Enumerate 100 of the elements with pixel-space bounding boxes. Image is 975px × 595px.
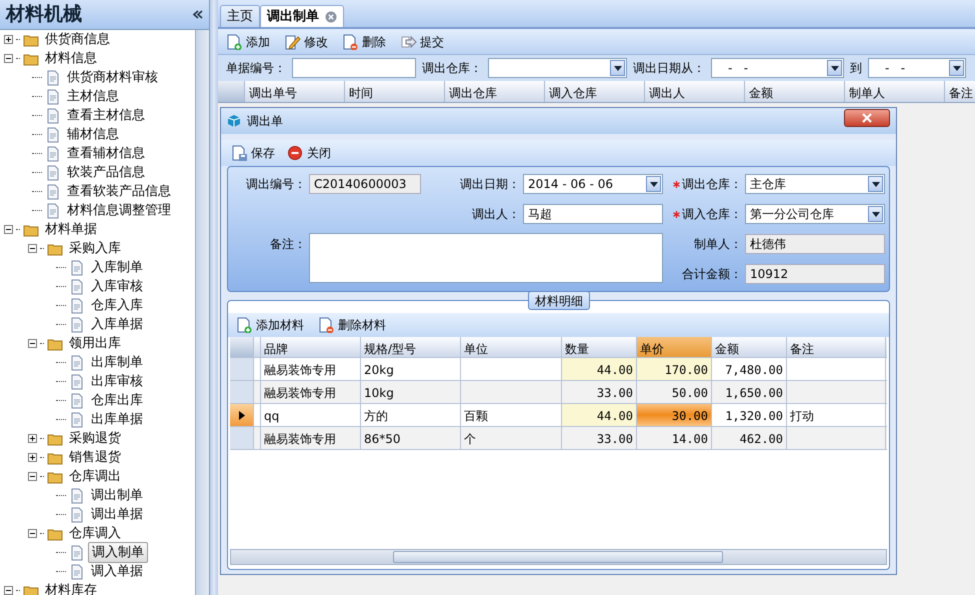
field-label: 调入仓库： [682,206,742,223]
pencil-icon [284,34,301,50]
tree-item[interactable]: 出库审核 [88,372,146,392]
column-header[interactable]: 规格/型号 [361,337,461,357]
dropdown-field[interactable] [488,58,627,78]
tree-item[interactable]: 材料单据 [42,220,100,240]
column-header[interactable]: 调出单号 [245,81,345,102]
collapse-box-icon[interactable] [4,586,13,595]
dropdown-button[interactable] [868,176,883,192]
close-button[interactable] [844,109,890,127]
column-header[interactable]: 调出人 [645,81,745,102]
minus-circle-icon [287,145,304,161]
tree-item[interactable]: 调出制单 [88,486,146,506]
expand-box-icon[interactable] [4,35,13,44]
tree-item[interactable]: 调入单据 [88,562,146,582]
tree-item[interactable]: 调出单据 [88,504,146,524]
caret-icon [614,66,622,70]
tree-item[interactable]: 仓库调入 [66,524,124,544]
collapse-box-icon[interactable] [28,244,37,253]
toolbar-button[interactable]: 保存 [229,143,277,163]
toolbar-button[interactable]: 添加材料 [234,315,306,335]
tree-item[interactable]: 软装产品信息 [64,162,148,182]
tree-item[interactable]: 仓库出库 [88,390,146,410]
toolbar-button[interactable]: 修改 [282,32,330,52]
dropdown-button[interactable] [827,60,842,76]
toolbar-button[interactable]: 添加 [224,32,272,52]
scrollbar[interactable] [195,30,209,595]
tree-item[interactable]: 辅材信息 [64,124,122,144]
input-field[interactable]: 杜德伟 [745,234,885,254]
tree-item[interactable]: 采购退货 [66,428,124,448]
column-header[interactable]: 备注 [787,337,886,357]
toolbar-button[interactable]: 关闭 [285,143,333,163]
collapse-icon[interactable] [193,10,203,19]
expand-box-icon[interactable] [28,434,37,443]
input-field[interactable]: C20140600003 [309,174,421,194]
dropdown-button[interactable] [646,176,661,192]
table-cell: 20kg [361,358,461,380]
tree-item[interactable]: 主材信息 [64,86,122,106]
tree-item[interactable]: 领用出库 [66,334,124,354]
dropdown-button[interactable] [949,60,964,76]
column-header[interactable]: 调入仓库 [545,81,645,102]
tree-item[interactable]: 调入制单 [88,542,148,564]
column-header[interactable]: 时间 [345,81,445,102]
tree-item[interactable]: 查看软装产品信息 [64,182,174,202]
tree-item[interactable]: 出库制单 [88,352,146,372]
input-field[interactable]: 马超 [523,204,663,224]
toolbar-button[interactable]: 删除材料 [316,315,388,335]
tree-item[interactable]: 入库审核 [88,276,146,296]
tree-item[interactable]: 入库单据 [88,314,146,334]
column-header[interactable]: 金额 [712,337,787,357]
document-icon [69,506,85,522]
tab[interactable]: 主页 [220,5,260,27]
caret-icon [872,212,880,216]
tree-item[interactable]: 销售退货 [66,448,124,468]
text-area[interactable] [309,233,663,283]
tree-item[interactable]: 采购入库 [66,238,124,258]
collapse-box-icon[interactable] [28,339,37,348]
table-cell: qq [261,404,361,426]
tab[interactable]: 调出制单 [260,5,344,27]
tree-item[interactable]: 仓库调出 [66,466,124,486]
collapse-box-icon[interactable] [28,472,37,481]
tree-item[interactable]: 出库单据 [88,410,146,430]
date-field[interactable]: - - [868,58,966,78]
horizontal-scrollbar[interactable] [230,549,887,565]
toolbar-button[interactable]: 提交 [398,32,446,52]
tree-item[interactable]: 查看主材信息 [64,106,148,126]
collapse-box-icon[interactable] [28,529,37,538]
document-icon [45,108,61,124]
tree-item[interactable]: 查看辅材信息 [64,144,148,164]
column-header[interactable]: 备注 [945,81,975,102]
dropdown-button[interactable] [868,206,883,222]
expand-box-icon[interactable] [28,453,37,462]
row-header[interactable] [230,404,254,426]
column-header[interactable]: 金额 [745,81,845,102]
tree-item[interactable]: 材料信息 [42,48,100,68]
document-icon [69,354,85,370]
dropdown-button[interactable] [610,60,625,76]
column-header[interactable]: 制单人 [845,81,945,102]
document-icon [69,564,85,580]
dropdown-field[interactable]: 第一分公司仓库 [745,204,885,224]
input-field[interactable]: 10912 [745,264,885,284]
close-icon[interactable] [325,10,337,22]
date-field[interactable]: - - [711,58,844,78]
collapse-box-icon[interactable] [4,54,13,63]
column-header[interactable]: 单价 [637,337,712,357]
input-field[interactable] [292,58,416,78]
date-field[interactable]: 2014 - 06 - 06 [523,174,663,194]
column-header[interactable]: 调出仓库 [445,81,545,102]
column-header[interactable]: 品牌 [261,337,361,357]
dropdown-field[interactable]: 主仓库 [745,174,885,194]
tree-item[interactable]: 材料信息调整管理 [64,200,174,220]
tree-item[interactable]: 供货商材料审核 [64,68,161,88]
column-header[interactable]: 单位 [461,337,562,357]
tree-item[interactable]: 入库制单 [88,258,146,278]
tree-item[interactable]: 供货商信息 [42,30,113,50]
document-icon [45,184,61,200]
tree-item[interactable]: 仓库入库 [88,296,146,316]
toolbar-button[interactable]: 删除 [340,32,388,52]
collapse-box-icon[interactable] [4,225,13,234]
table-cell: 170.00 [637,358,712,380]
